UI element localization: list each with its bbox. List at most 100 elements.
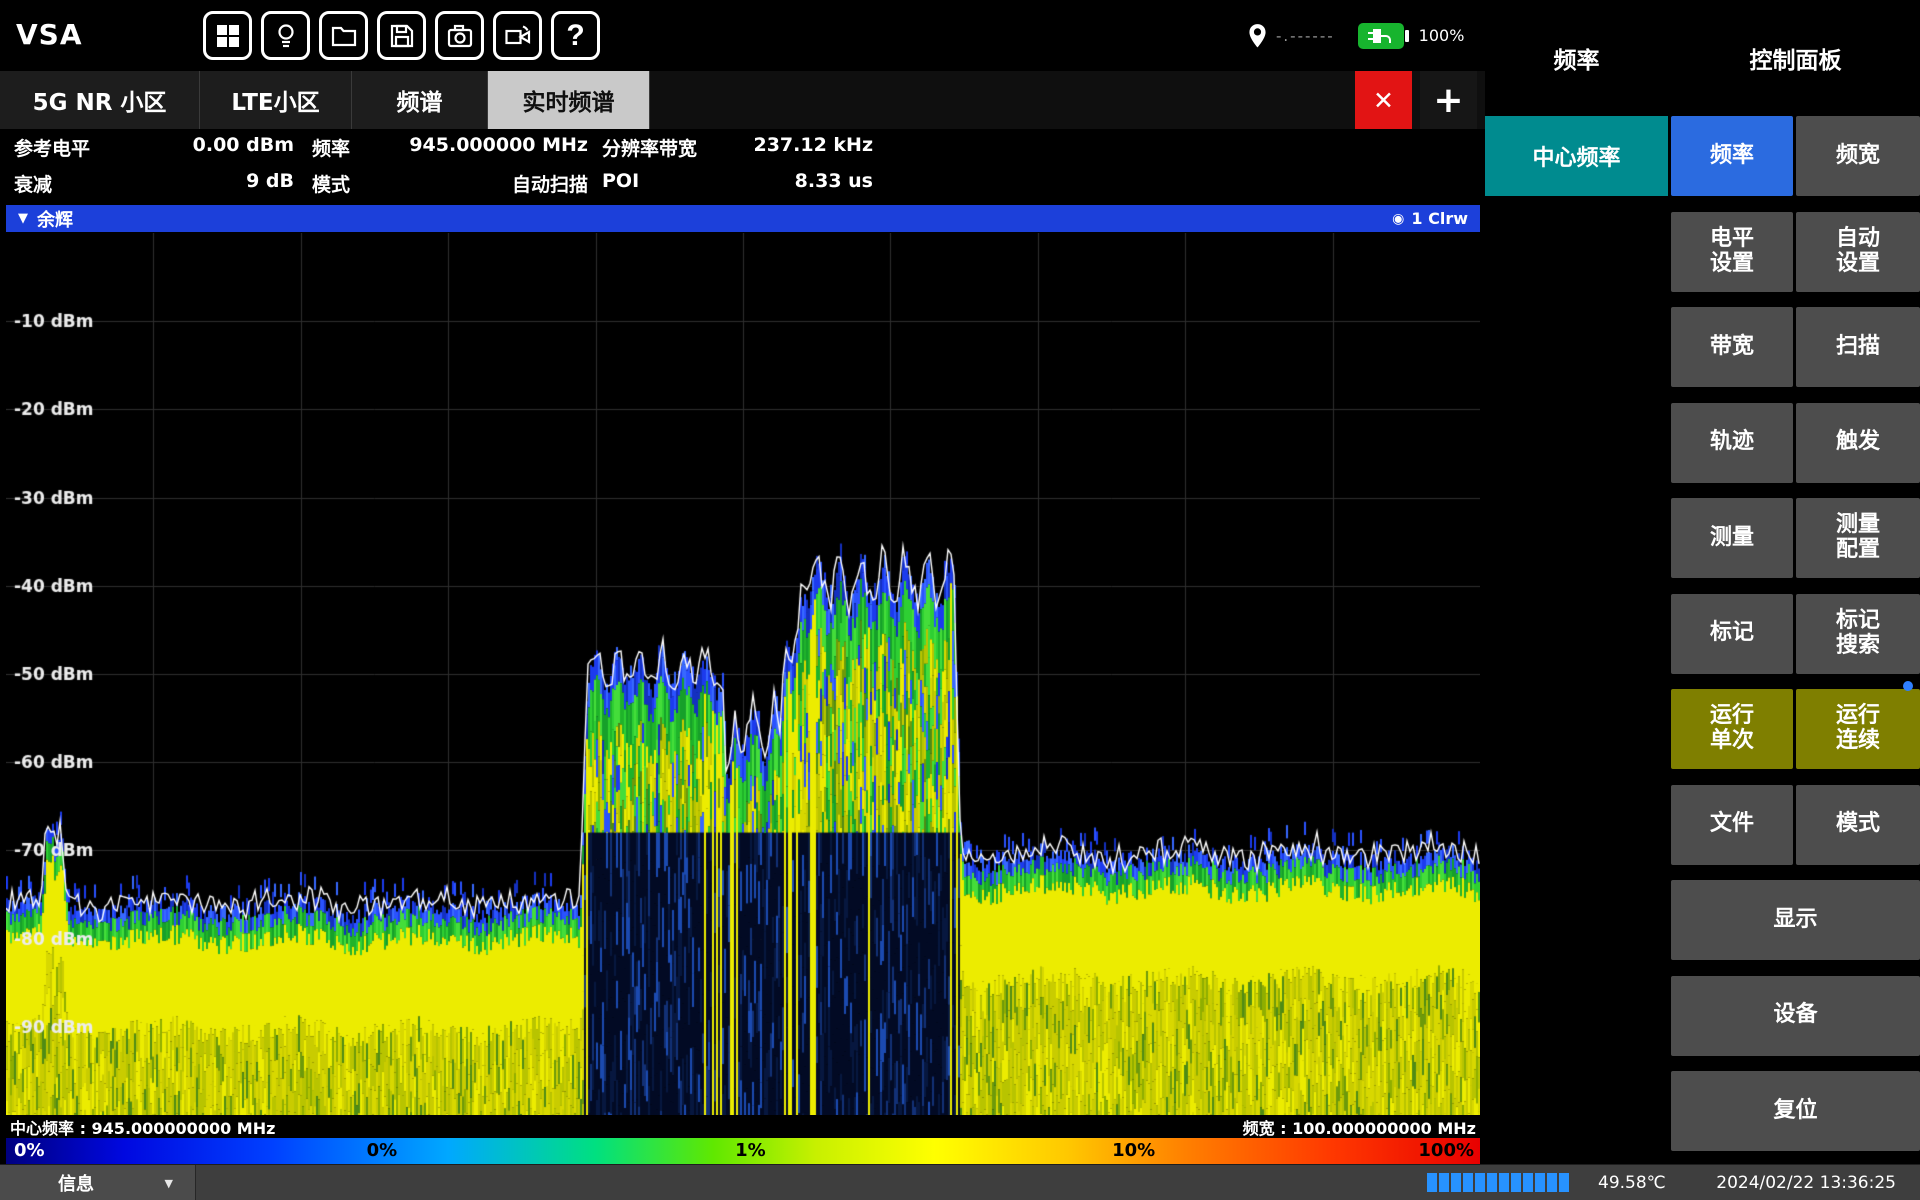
attenuation-value[interactable]: 9 dB [110,170,294,192]
signal-level-meter [1427,1173,1569,1192]
info-dropdown-label: 信息 [58,1170,94,1196]
measurement-tabbar: 5G NR 小区 LTE小区 频谱 实时频谱 ✕ + [0,71,1485,129]
save-button[interactable] [377,11,426,60]
marker-button[interactable]: 标记 [1671,594,1793,674]
rbw-value[interactable]: 237.12 kHz [715,134,873,156]
device-button[interactable]: 设备 [1671,976,1920,1056]
info-dropdown[interactable]: 信息 ▼ [0,1165,196,1200]
frequency-submenu: 频率 中心频率 [1485,0,1668,1164]
measure-config-button[interactable]: 测量 配置 [1796,498,1920,578]
meter-segment [1463,1173,1473,1192]
measure-button[interactable]: 测量 [1671,498,1793,578]
tab-spectrum[interactable]: 频谱 [352,71,488,129]
meter-segment [1547,1173,1557,1192]
windows-icon [216,24,240,48]
folder-icon [331,25,357,47]
help-icon: ? [566,21,584,51]
toolbar-icons: ? [203,11,600,60]
mode-button[interactable]: 模式 [1796,785,1920,865]
submenu-title-frequency: 频率 [1485,0,1668,116]
mode-value[interactable]: 自动扫描 [380,170,588,197]
file-button[interactable]: 文件 [1671,785,1793,865]
reset-button[interactable]: 复位 [1671,1071,1920,1151]
run-single-button[interactable]: 运行 单次 [1671,689,1793,769]
add-tab-button[interactable]: + [1420,71,1477,129]
colorbar-label-3: 10% [1112,1140,1155,1161]
vsa-application-window: VSA ? -.---- [0,0,1920,1200]
tab-5g-nr-cell[interactable]: 5G NR 小区 [0,71,200,129]
meter-segment [1487,1173,1497,1192]
frequency-value[interactable]: 945.000000 MHz [380,134,588,156]
power-plug-icon [1367,28,1395,44]
meter-segment [1427,1173,1437,1192]
colorbar-label-4: 100% [1418,1140,1474,1161]
meter-segment [1511,1173,1521,1192]
collapse-chart-icon[interactable]: ▼ [18,211,28,226]
meter-segment [1499,1173,1509,1192]
meter-segment [1535,1173,1545,1192]
persistence-spectrum-canvas[interactable] [6,233,1480,1115]
meter-segment [1475,1173,1485,1192]
save-icon [390,24,414,48]
density-colorbar: 0% 0% 1% 10% 100% [6,1138,1480,1164]
measurement-settings-bar: 参考电平 0.00 dBm 频率 945.000000 MHz 分辨率带宽 23… [0,129,1485,205]
meter-segment [1439,1173,1449,1192]
right-panel: 频率 中心频率 控制面板 频率频宽电平 设置自动 设置带宽扫描轨迹触发测量测量 … [1485,0,1920,1164]
mode-label: 模式 [312,170,350,197]
frequency-label: 频率 [312,134,350,161]
clock-readout: 2024/02/22 13:36:25 [1716,1173,1896,1193]
control-panel-title: 控制面板 [1671,0,1920,116]
tab-lte-cell[interactable]: LTE小区 [200,71,352,129]
help-button[interactable]: ? [551,11,600,60]
frequency-readout-strip: 中心频率 : 945.000000000 MHz 频宽 : 100.000000… [6,1115,1480,1138]
ref-level-value[interactable]: 0.00 dBm [110,134,294,156]
persistence-chart-header: ▼ 余辉 ◉ 1 Clrw [6,205,1480,232]
temperature-readout: 49.58℃ [1598,1173,1666,1193]
windows-button[interactable] [203,11,252,60]
control-panel-grid: 频率频宽电平 设置自动 设置带宽扫描轨迹触发测量测量 配置标记标记 搜索运行 单… [1671,116,1920,1151]
center-frequency-readout: 中心频率 : 945.000000000 MHz [10,1115,275,1139]
topbar-status-area: -.------ 100% [1248,0,1464,71]
tab-realtime-spectrum[interactable]: 实时频谱 [488,71,650,129]
battery-icon [1358,23,1404,49]
colorbar-label-0: 0% [14,1140,45,1161]
chart-title: 余辉 [37,206,73,232]
display-button[interactable]: 显示 [1671,880,1920,960]
trace-marker-icon: ◉ [1392,211,1404,227]
trigger-button[interactable]: 触发 [1796,403,1920,483]
record-button[interactable] [493,11,542,60]
poi-value[interactable]: 8.33 us [715,170,873,192]
battery-percentage: 100% [1419,26,1465,45]
marker-search-button[interactable]: 标记 搜索 [1796,594,1920,674]
gps-readout: -.------ [1276,27,1335,45]
level-settings-button[interactable]: 电平 设置 [1671,212,1793,292]
trace-name: 1 Clrw [1411,209,1468,228]
video-camera-icon [505,25,531,47]
meter-segment [1451,1173,1461,1192]
trace-button[interactable]: 轨迹 [1671,403,1793,483]
auto-settings-button[interactable]: 自动 设置 [1796,212,1920,292]
ref-level-label: 参考电平 [14,134,90,161]
colorbar-label-2: 1% [735,1140,766,1161]
sweep-button[interactable]: 扫描 [1796,307,1920,387]
run-continuous-button[interactable]: 运行 连续 [1796,689,1920,769]
center-frequency-button[interactable]: 中心频率 [1485,116,1668,196]
lamp-icon [274,23,298,49]
trace-indicator: ◉ 1 Clrw [1392,209,1468,228]
app-logo: VSA [16,18,83,51]
screenshot-button[interactable] [435,11,484,60]
lamp-button[interactable] [261,11,310,60]
meter-segment [1523,1173,1533,1192]
rbw-label: 分辨率带宽 [602,134,697,161]
frequency-button[interactable]: 频率 [1671,116,1793,196]
gps-pin-icon [1248,23,1267,49]
folder-button[interactable] [319,11,368,60]
span-button[interactable]: 频宽 [1796,116,1920,196]
poi-label: POI [602,170,639,192]
meter-segment [1559,1173,1569,1192]
chevron-down-icon: ▼ [165,1177,173,1190]
close-tab-button[interactable]: ✕ [1355,71,1412,129]
control-panel: 控制面板 频率频宽电平 设置自动 设置带宽扫描轨迹触发测量测量 配置标记标记 搜… [1671,0,1920,1164]
bandwidth-button[interactable]: 带宽 [1671,307,1793,387]
attenuation-label: 衰减 [14,170,52,197]
